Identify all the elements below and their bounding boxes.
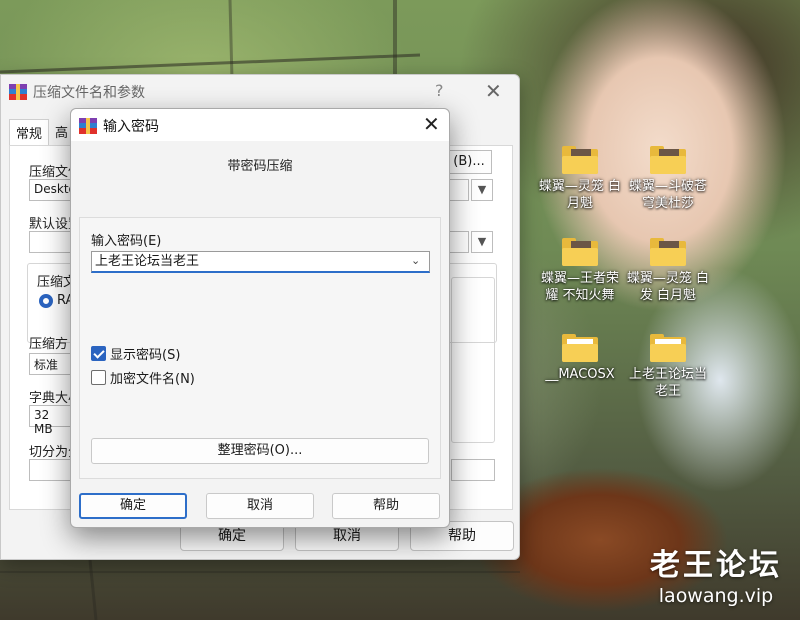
watermark-url: laowang.vip bbox=[658, 585, 774, 607]
dict-select[interactable]: 32 MB bbox=[29, 405, 71, 436]
organize-passwords-button[interactable]: 整理密码(O)... bbox=[91, 438, 429, 464]
desktop-folder[interactable]: 蝶翼—灵笼 白月魁 bbox=[537, 146, 623, 212]
folder-label: __MACOSX bbox=[545, 367, 615, 382]
folder-icon bbox=[562, 334, 598, 362]
options-group bbox=[451, 277, 495, 443]
cancel-button[interactable]: 取消 bbox=[206, 493, 314, 519]
desktop-folder[interactable]: __MACOSX bbox=[537, 334, 623, 383]
folder-icon bbox=[650, 146, 686, 174]
checkbox-unchecked-icon bbox=[91, 370, 106, 385]
password-dialog-title: 输入密码 bbox=[103, 119, 159, 135]
folder-icon bbox=[650, 238, 686, 266]
folder-label: 上老王论坛当 老王 bbox=[628, 367, 707, 399]
split-field[interactable] bbox=[29, 459, 71, 481]
desktop-folder[interactable]: 蝶翼—斗破苍 穹美杜莎 bbox=[625, 146, 711, 212]
folder-label: 蝶翼—王者荣 耀 不知火舞 bbox=[540, 271, 619, 303]
folder-label: 蝶翼—灵笼 白发 白月魁 bbox=[626, 271, 710, 303]
desktop-folder[interactable]: 上老王论坛当 老王 bbox=[625, 334, 711, 400]
winrar-icon bbox=[79, 118, 97, 134]
password-input[interactable]: 上老王论坛当老王 bbox=[91, 251, 430, 273]
desktop-folder[interactable]: 蝶翼—灵笼 白发 白月魁 bbox=[625, 238, 711, 304]
help-icon[interactable]: ? bbox=[435, 81, 444, 100]
help-button[interactable]: 帮助 bbox=[332, 493, 440, 519]
watermark: 老王论坛 laowang.vip bbox=[650, 548, 782, 608]
show-password-checkbox[interactable]: 显示密码(S) bbox=[91, 344, 180, 363]
archive-dialog-titlebar: 压缩文件名和参数 bbox=[9, 81, 145, 103]
archive-dialog-title: 压缩文件名和参数 bbox=[33, 85, 145, 101]
radio-selected-icon bbox=[39, 293, 53, 308]
password-dialog: 输入密码 ✕ 带密码压缩 输入密码(E) 上老王论坛当老王 ⌄ 显示密码(S) … bbox=[70, 108, 450, 528]
ok-button[interactable]: 确定 bbox=[79, 493, 187, 519]
password-dialog-subtitle: 带密码压缩 bbox=[227, 159, 293, 174]
folder-label: 蝶翼—斗破苍 穹美杜莎 bbox=[628, 179, 707, 211]
encrypt-names-checkbox[interactable]: 加密文件名(N) bbox=[91, 368, 195, 387]
password-label: 输入密码(E) bbox=[91, 234, 162, 249]
chevron-down-icon[interactable]: ⌄ bbox=[411, 254, 420, 267]
tab-general[interactable]: 常规 bbox=[9, 119, 50, 145]
watermark-title: 老王论坛 bbox=[650, 548, 782, 583]
encrypt-names-label: 加密文件名(N) bbox=[110, 372, 195, 387]
password-dialog-titlebar: 输入密码 ✕ bbox=[71, 109, 449, 141]
winrar-icon bbox=[9, 84, 27, 100]
browse-button[interactable]: (B)... bbox=[446, 150, 492, 174]
folder-icon bbox=[650, 334, 686, 362]
method-label: 压缩方 bbox=[29, 337, 69, 352]
folder-label: 蝶翼—灵笼 白月魁 bbox=[538, 179, 622, 211]
folder-icon bbox=[562, 238, 598, 266]
folder-icon bbox=[562, 146, 598, 174]
method-select[interactable]: 标准 bbox=[29, 353, 71, 375]
split-unit-field[interactable] bbox=[451, 459, 495, 481]
chevron-down-icon[interactable]: ▼ bbox=[471, 231, 493, 253]
show-password-label: 显示密码(S) bbox=[110, 348, 181, 363]
checkbox-checked-icon bbox=[91, 346, 106, 361]
close-icon[interactable]: ✕ bbox=[423, 113, 440, 135]
desktop-folder[interactable]: 蝶翼—王者荣 耀 不知火舞 bbox=[537, 238, 623, 304]
archive-tabs: 常规 高 bbox=[9, 119, 74, 145]
close-icon[interactable]: ✕ bbox=[485, 79, 502, 103]
chevron-down-icon[interactable]: ▼ bbox=[471, 179, 493, 201]
